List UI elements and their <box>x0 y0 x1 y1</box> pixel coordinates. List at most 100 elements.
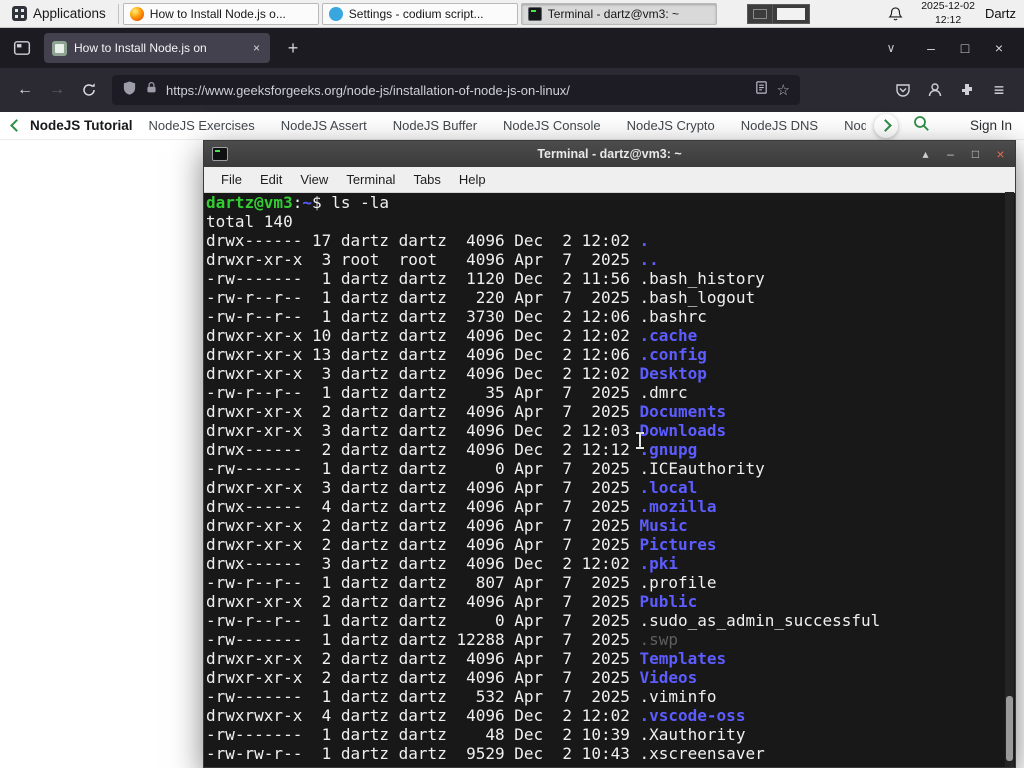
terminal-menu-view[interactable]: View <box>291 172 337 187</box>
firefox-view-button[interactable] <box>8 34 36 62</box>
site-nav-link-5[interactable]: NodeJS Crypto <box>627 118 715 133</box>
taskbar-button-terminal[interactable]: Terminal - dartz@vm3: ~ <box>520 2 717 25</box>
applications-menu-button[interactable]: Applications <box>4 0 114 27</box>
extensions-icon[interactable] <box>952 75 982 105</box>
terminal-menu-tabs[interactable]: Tabs <box>404 172 449 187</box>
taskbar-button-label: How to Install Node.js o... <box>149 6 286 21</box>
terminal-close-button[interactable]: × <box>992 146 1009 162</box>
terminal-line: -rw-r--r-- 1 dartz dartz 807 Apr 7 2025 … <box>206 573 717 592</box>
browser-tab[interactable]: How to Install Node.js on × <box>44 33 270 63</box>
workspace-switcher[interactable] <box>747 3 811 24</box>
terminal-output[interactable]: dartz@vm3:~$ ls -la total 140 drwx------ 1… <box>204 192 1015 767</box>
site-nav-link-1[interactable]: NodeJS Exercises <box>149 118 255 133</box>
site-nav-link-3[interactable]: NodeJS Buffer <box>393 118 477 133</box>
terminal-minimize-button[interactable]: – <box>942 147 959 161</box>
terminal-titlebar[interactable]: Terminal - dartz@vm3: ~ ▴ – □ × <box>204 141 1015 167</box>
taskbar-button-codium[interactable]: Settings - codium script... <box>321 2 518 25</box>
menu-icon[interactable]: ≡ <box>984 75 1014 105</box>
clock-date: 2025-12-02 <box>921 0 975 13</box>
account-icon[interactable] <box>920 75 950 105</box>
terminal-window: Terminal - dartz@vm3: ~ ▴ – □ × File Edit… <box>203 140 1016 768</box>
terminal-line: -rw-r--r-- 1 dartz dartz 0 Apr 7 2025 .s… <box>206 611 881 630</box>
sign-in-button[interactable]: Sign In <box>970 118 1012 133</box>
tab-favicon <box>52 40 67 56</box>
tab-close-icon[interactable]: × <box>251 41 262 55</box>
workspace-1[interactable] <box>748 4 773 23</box>
terminal-line: drwxrwxr-x 4 dartz dartz 4096 Dec 2 12:0… <box>206 706 746 725</box>
workspace-2[interactable] <box>772 4 810 23</box>
taskbar-button-label: Terminal - dartz@vm3: ~ <box>547 6 680 21</box>
terminal-line: drwxr-xr-x 3 dartz dartz 4096 Dec 2 12:0… <box>206 364 707 383</box>
new-tab-button[interactable]: + <box>280 38 306 59</box>
terminal-scrollbar-thumb[interactable] <box>1006 696 1013 761</box>
terminal-window-controls: ▴ – □ × <box>917 141 1009 167</box>
bookmark-star-icon[interactable]: ☆ <box>777 81 790 99</box>
chevron-right-icon <box>879 119 893 132</box>
site-nav-link-7[interactable]: Node <box>844 118 866 133</box>
terminal-line: drwx------ 4 dartz dartz 4096 Apr 7 2025… <box>206 497 717 516</box>
terminal-app-icon <box>212 147 228 161</box>
terminal-menu-terminal[interactable]: Terminal <box>337 172 404 187</box>
terminal-menu-file[interactable]: File <box>212 172 251 187</box>
terminal-menubar: File Edit View Terminal Tabs Help <box>204 167 1015 193</box>
applications-label: Applications <box>33 6 106 21</box>
terminal-line: drwxr-xr-x 2 dartz dartz 4096 Apr 7 2025… <box>206 668 698 687</box>
search-icon[interactable] <box>912 114 930 137</box>
window-maximize-button[interactable]: □ <box>948 28 982 68</box>
terminal-scrollbar-track[interactable] <box>1005 192 1014 767</box>
site-nav-active-item[interactable]: NodeJS Tutorial <box>30 118 133 133</box>
site-nav-link-4[interactable]: NodeJS Console <box>503 118 601 133</box>
terminal-line: drwxr-xr-x 2 dartz dartz 4096 Apr 7 2025… <box>206 649 727 668</box>
terminal-maximize-button[interactable]: □ <box>967 147 984 161</box>
terminal-line: total 140 <box>206 212 293 231</box>
pocket-icon[interactable] <box>888 75 918 105</box>
firefox-icon <box>129 6 144 21</box>
site-nav-link-2[interactable]: NodeJS Assert <box>281 118 367 133</box>
site-nav-bar: NodeJS Tutorial NodeJS Exercises NodeJS A… <box>0 112 1024 140</box>
terminal-line: drwxr-xr-x 2 dartz dartz 4096 Apr 7 2025… <box>206 516 688 535</box>
user-menu[interactable]: Dartz <box>985 6 1016 21</box>
terminal-icon <box>527 6 542 21</box>
terminal-line: drwxr-xr-x 2 dartz dartz 4096 Apr 7 2025… <box>206 402 727 421</box>
tracking-protection-shield-icon[interactable] <box>122 80 137 101</box>
workspace-window-active <box>777 7 806 20</box>
terminal-menu-help[interactable]: Help <box>450 172 495 187</box>
site-nav-link-6[interactable]: NodeJS DNS <box>741 118 818 133</box>
site-nav-back-chevron-icon[interactable] <box>10 119 23 132</box>
url-bar[interactable]: https://www.geeksforgeeks.org/node-js/in… <box>112 75 800 105</box>
reader-mode-icon[interactable] <box>754 80 769 100</box>
terminal-line: dartz@vm3:~$ ls -la <box>206 193 390 212</box>
terminal-line: drwxr-xr-x 13 dartz dartz 4096 Dec 2 12:… <box>206 345 707 364</box>
terminal-output-lines: dartz@vm3:~$ ls -la total 140 drwx------ 1… <box>206 193 1015 763</box>
tab-title: How to Install Node.js on <box>74 41 207 55</box>
lock-icon[interactable] <box>145 80 158 100</box>
window-minimize-button[interactable]: – <box>914 28 948 68</box>
taskbar-button-firefox[interactable]: How to Install Node.js o... <box>122 2 319 25</box>
terminal-shade-button[interactable]: ▴ <box>917 147 934 161</box>
terminal-line: drwxr-xr-x 2 dartz dartz 4096 Apr 7 2025… <box>206 592 698 611</box>
terminal-line: -rw-rw-r-- 1 dartz dartz 9529 Dec 2 10:4… <box>206 744 765 763</box>
terminal-line: -rw------- 1 dartz dartz 48 Dec 2 10:39 … <box>206 725 746 744</box>
terminal-line: drwx------ 2 dartz dartz 4096 Dec 2 12:1… <box>206 440 698 459</box>
top-panel: Applications How to Install Node.js o...… <box>0 0 1024 28</box>
terminal-line: -rw------- 1 dartz dartz 12288 Apr 7 202… <box>206 630 679 649</box>
window-close-button[interactable]: × <box>982 28 1016 68</box>
terminal-line: drwxr-xr-x 3 dartz dartz 4096 Dec 2 12:0… <box>206 421 727 440</box>
list-all-tabs-icon[interactable]: ∨ <box>878 41 904 55</box>
site-nav-forward-button[interactable] <box>873 113 898 138</box>
terminal-line: -rw-r--r-- 1 dartz dartz 220 Apr 7 2025 … <box>206 288 756 307</box>
site-nav-right: Sign In <box>873 113 1012 138</box>
reload-button[interactable] <box>74 75 104 105</box>
clock-time: 12:12 <box>934 13 962 26</box>
forward-button[interactable]: → <box>42 75 72 105</box>
terminal-line: -rw-r--r-- 1 dartz dartz 35 Apr 7 2025 .… <box>206 383 688 402</box>
taskbar: How to Install Node.js o... Settings - co… <box>122 0 717 27</box>
browser-tab-bar: How to Install Node.js on × + ∨ – □ × <box>0 28 1024 68</box>
terminal-menu-edit[interactable]: Edit <box>251 172 291 187</box>
back-button[interactable]: ← <box>10 75 40 105</box>
terminal-line: drwxr-xr-x 10 dartz dartz 4096 Dec 2 12:… <box>206 326 698 345</box>
terminal-line: drwxr-xr-x 3 dartz dartz 4096 Apr 7 2025… <box>206 478 698 497</box>
url-text[interactable]: https://www.geeksforgeeks.org/node-js/in… <box>166 83 746 98</box>
clock[interactable]: 2025-12-02 12:12 <box>921 0 975 26</box>
notification-bell-icon[interactable] <box>888 6 903 22</box>
